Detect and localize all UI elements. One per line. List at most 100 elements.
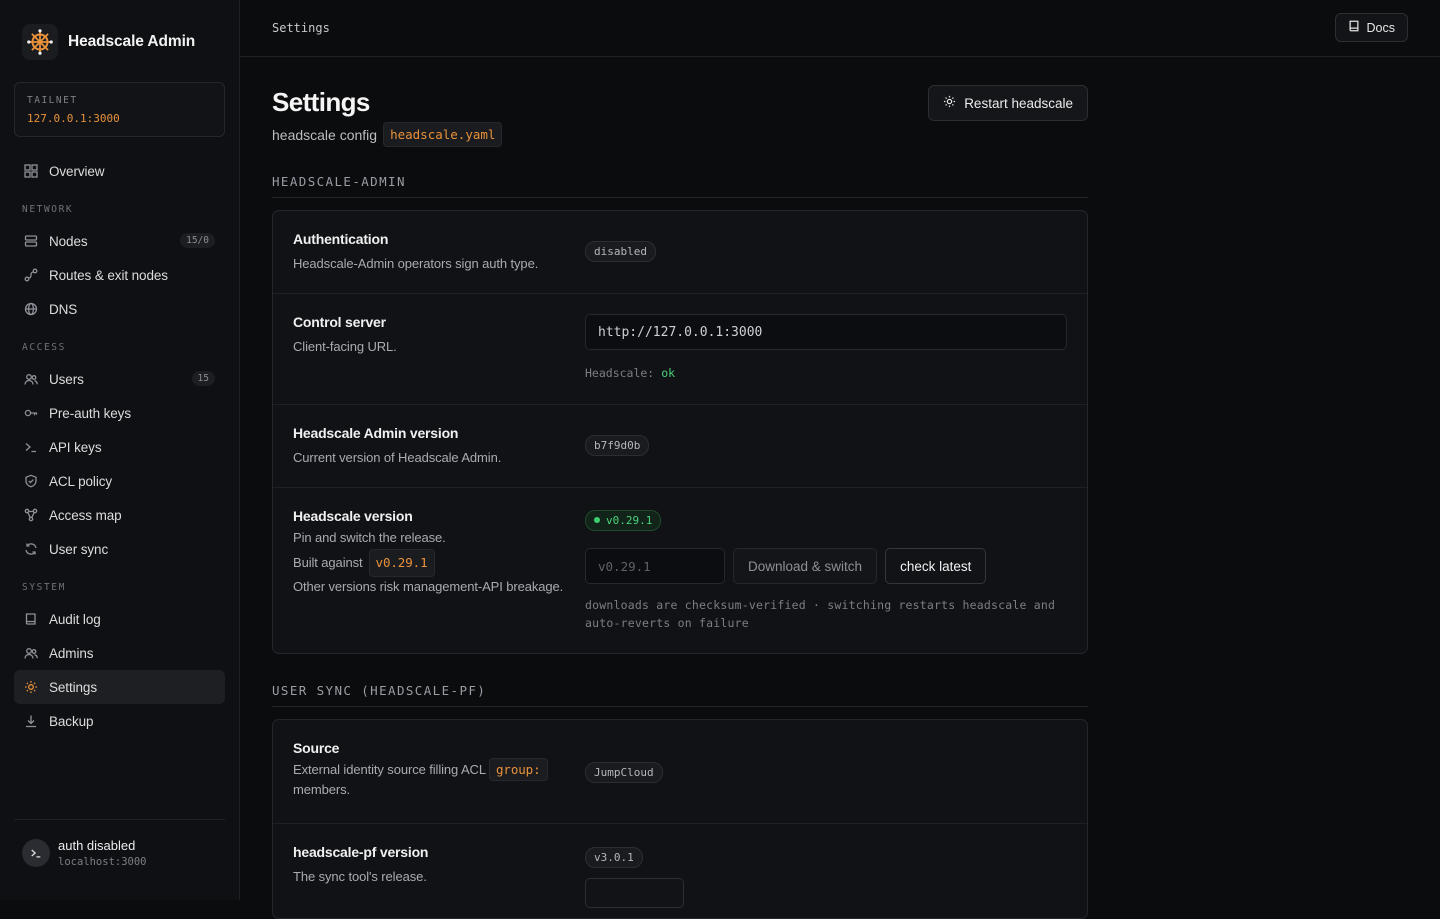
setting-description: Client-facing URL. [293,339,397,354]
setting-title: Headscale Admin version [293,425,459,441]
account-host: localhost:3000 [58,856,147,868]
sidebar-item-access-map[interactable]: Access map [14,498,225,532]
setting-row-admin-version: Headscale Admin version Current version … [273,405,1087,488]
app-title: Headscale Admin [68,33,196,50]
setting-row-source: Source External identity source filling … [273,720,1087,824]
built-against-label: Built against [293,555,363,570]
download-note: downloads are checksum-verified · switch… [585,598,1056,630]
pf-version-action-button[interactable] [585,878,684,908]
setting-row-control-server: Control server Client-facing URL. http:/… [273,294,1087,405]
network-graph-icon [24,508,38,522]
setting-title: Headscale version [293,508,413,524]
topbar: Settings Docs [240,0,1440,57]
setting-row-headscale-version: Headscale version Pin and switch the rel… [273,488,1087,653]
server-icon [24,234,38,248]
user-sync-card: Source External identity source filling … [272,719,1088,919]
sidebar-item-label: User sync [49,541,109,557]
grid-icon [24,164,38,178]
sidebar-item-dns[interactable]: DNS [14,292,225,326]
terminal-icon [24,440,38,454]
sidebar-item-acl-policy[interactable]: ACL policy [14,464,225,498]
group-chip: group: [488,758,548,781]
setting-row-pf-version: headscale-pf version The sync tool's rel… [273,824,1087,918]
sidebar-item-backup[interactable]: Backup [14,704,225,738]
shield-icon [24,474,38,488]
auth-status-badge: disabled [585,241,656,262]
docs-button-label: Docs [1366,20,1395,35]
sidebar-item-preauth-keys[interactable]: Pre-auth keys [14,396,225,430]
section-user-sync: USER SYNC (HEADSCALE-PF) [272,683,1088,707]
sidebar-item-label: DNS [49,301,78,317]
section-network: NETWORK [22,204,74,215]
config-file-chip: headscale.yaml [383,122,503,147]
sidebar-item-label: Routes & exit nodes [49,267,168,283]
sidebar-item-admins[interactable]: Admins [14,636,225,670]
setting-warning: Other versions risk management-API break… [293,579,564,594]
restart-headscale-button[interactable]: Restart headscale [928,85,1088,121]
sidebar-item-nodes[interactable]: Nodes 15/0 [14,224,225,258]
account-name: auth disabled [58,838,136,853]
book-icon [1348,20,1360,35]
sidebar-item-label: Admins [49,645,94,661]
sidebar-item-users[interactable]: Users 15 [14,362,225,396]
setting-description: The sync tool's release. [293,869,427,884]
setting-description-suffix: members. [293,782,350,797]
setting-description: Current version of Headscale Admin. [293,450,502,465]
sidebar-item-label: Pre-auth keys [49,405,131,421]
setting-title: Authentication [293,231,389,247]
docs-button[interactable]: Docs [1334,13,1408,42]
sidebar-item-api-keys[interactable]: API keys [14,430,225,464]
sidebar-item-audit-log[interactable]: Audit log [14,602,225,636]
sidebar: Headscale Admin TAILNET 127.0.0.1:3000 O… [0,0,240,900]
sidebar-item-label: Overview [49,163,105,179]
brand[interactable]: Headscale Admin [22,24,195,60]
sidebar-item-label: Backup [49,713,94,729]
download-switch-button[interactable]: Download & switch [733,548,878,584]
sidebar-item-label: ACL policy [49,473,113,489]
tailnet-address: 127.0.0.1:3000 [27,112,120,125]
globe-icon [24,302,38,316]
headscale-admin-card: Authentication Headscale-Admin operators… [272,210,1088,654]
setting-row-authentication: Authentication Headscale-Admin operators… [273,211,1087,294]
page-subtitle: headscale config headscale.yaml [272,122,503,147]
version-input[interactable]: v0.29.1 [585,548,725,584]
section-system: SYSTEM [22,582,66,593]
restart-label: Restart headscale [964,95,1073,111]
refresh-icon [24,542,38,556]
helm-logo-icon [22,24,58,60]
check-latest-button[interactable]: check latest [885,548,987,584]
book-icon [24,612,38,626]
source-badge: JumpCloud [585,762,663,783]
pf-version-badge: v3.0.1 [585,847,643,868]
sidebar-item-overview[interactable]: Overview [14,154,225,188]
current-version-badge: v0.29.1 [585,510,662,531]
users-icon [24,372,38,386]
breadcrumb: Settings [272,21,330,35]
page-subtitle-text: headscale config [272,126,378,143]
sidebar-item-label: Audit log [49,611,101,627]
section-headscale-admin: HEADSCALE-ADMIN [272,174,1088,198]
section-access: ACCESS [22,342,66,353]
users-count-badge: 15 [191,371,215,386]
sidebar-item-label: Settings [49,679,97,695]
sidebar-item-user-sync[interactable]: User sync [14,532,225,566]
sidebar-item-settings[interactable]: Settings [14,670,225,704]
sun-gear-icon [24,680,38,694]
page-title: Settings [272,87,370,117]
sidebar-item-routes[interactable]: Routes & exit nodes [14,258,225,292]
sidebar-item-label: Access map [49,507,122,523]
sun-gear-icon [943,95,956,111]
control-server-url-input[interactable]: http://127.0.0.1:3000 [585,314,1067,350]
setting-description: Pin and switch the release. [293,530,446,545]
setting-title: Source [293,740,340,756]
sidebar-item-label: Nodes [49,233,88,249]
terminal-avatar-icon [22,839,50,867]
setting-title: Control server [293,314,386,330]
tailnet-card: TAILNET 127.0.0.1:3000 [14,82,225,137]
account-footer[interactable]: auth disabled localhost:3000 [14,819,225,868]
setting-title: headscale-pf version [293,844,429,860]
sidebar-item-label: Users [49,371,84,387]
built-against: Built against v0.29.1 [293,549,573,577]
built-against-version: v0.29.1 [368,549,435,577]
sidebar-nav: Overview NETWORK Nodes 15/0 Routes & exi… [14,154,225,738]
